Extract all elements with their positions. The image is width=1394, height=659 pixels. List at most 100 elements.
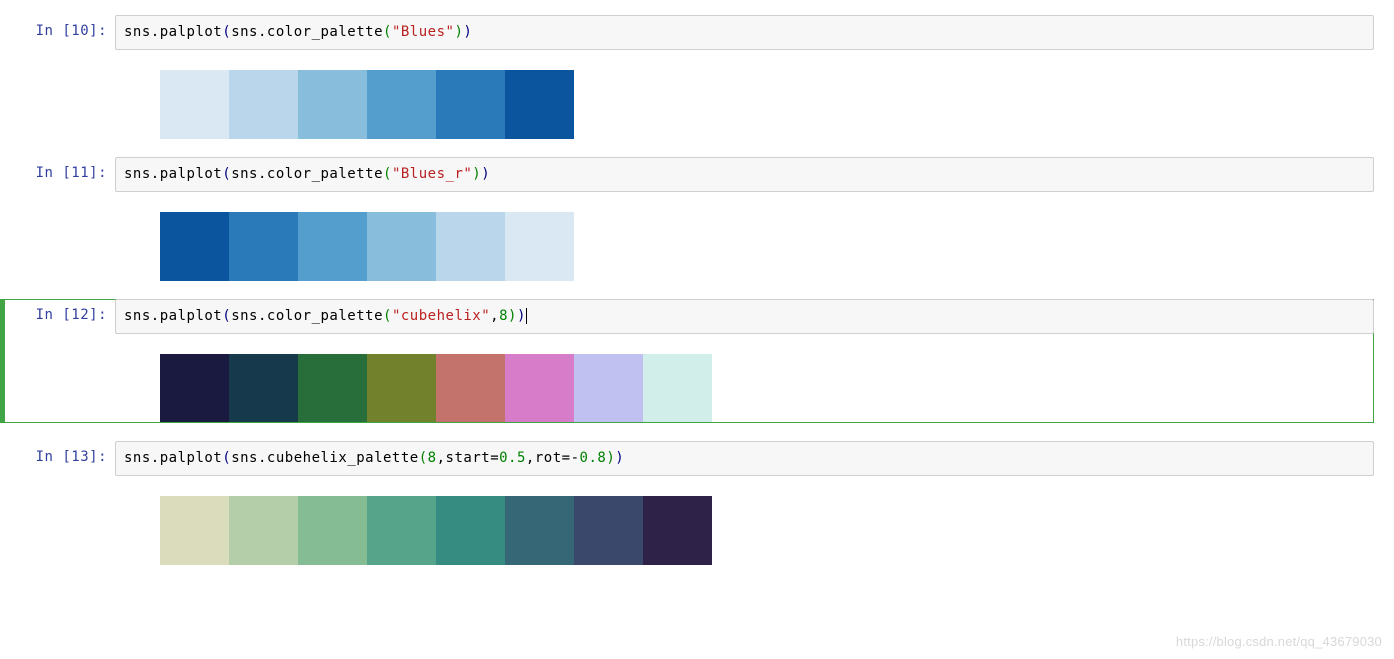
color-swatch	[505, 70, 574, 139]
code-token: )	[472, 166, 481, 182]
color-palette	[160, 212, 1394, 281]
code-token: =	[490, 450, 499, 466]
cell-input-row: In [11]:sns.palplot(sns.color_palette("B…	[0, 157, 1394, 192]
code-token: .	[258, 166, 267, 182]
code-token: (	[419, 450, 428, 466]
color-swatch	[229, 212, 298, 281]
color-swatch	[298, 212, 367, 281]
color-swatch	[643, 354, 712, 423]
color-swatch	[160, 212, 229, 281]
code-editor[interactable]: sns.palplot(sns.color_palette("Blues"))	[115, 15, 1374, 50]
code-token: 8	[428, 450, 437, 466]
code-token: sns	[231, 308, 258, 324]
color-palette	[160, 70, 1394, 139]
color-swatch	[160, 354, 229, 423]
code-token: )	[481, 166, 490, 182]
code-token: .	[258, 308, 267, 324]
color-swatch	[436, 212, 505, 281]
code-token: )	[606, 450, 615, 466]
color-swatch	[160, 70, 229, 139]
code-token: palplot	[160, 24, 223, 40]
code-token: )	[517, 308, 526, 324]
code-token: color_palette	[267, 24, 383, 40]
input-prompt: In [12]:	[0, 299, 115, 323]
code-token: (	[383, 308, 392, 324]
color-swatch	[229, 70, 298, 139]
code-token: sns	[124, 24, 151, 40]
code-token: .	[151, 308, 160, 324]
color-swatch	[367, 496, 436, 565]
color-swatch	[298, 70, 367, 139]
code-token: 0.5	[499, 450, 526, 466]
input-prompt: In [10]:	[0, 15, 115, 39]
color-swatch	[574, 496, 643, 565]
code-token: "Blues"	[392, 24, 455, 40]
input-prompt: In [13]:	[0, 441, 115, 465]
code-token: sns	[124, 450, 151, 466]
code-token: color_palette	[267, 166, 383, 182]
code-token: (	[222, 24, 231, 40]
code-token: "Blues_r"	[392, 166, 472, 182]
code-token: start	[446, 450, 491, 466]
color-swatch	[229, 354, 298, 423]
code-token: )	[508, 308, 517, 324]
color-swatch	[505, 354, 574, 423]
code-token: rot	[535, 450, 562, 466]
code-token: 0.8	[580, 450, 607, 466]
code-token: .	[258, 450, 267, 466]
code-token: sns	[231, 450, 258, 466]
color-swatch	[298, 496, 367, 565]
cell-input-row: In [13]:sns.palplot(sns.cubehelix_palett…	[0, 441, 1394, 476]
color-swatch	[229, 496, 298, 565]
cell-output	[0, 50, 1394, 139]
code-editor[interactable]: sns.palplot(sns.color_palette("cubehelix…	[115, 299, 1374, 334]
code-token: palplot	[160, 308, 223, 324]
notebook-cell[interactable]: In [12]:sns.palplot(sns.color_palette("c…	[0, 299, 1394, 441]
code-token: )	[615, 450, 624, 466]
notebook-cell[interactable]: In [11]:sns.palplot(sns.color_palette("B…	[0, 157, 1394, 299]
code-token: "cubehelix"	[392, 308, 490, 324]
cell-output	[0, 476, 1394, 565]
color-palette	[160, 354, 1394, 423]
code-token: (	[383, 24, 392, 40]
notebook-cell[interactable]: In [13]:sns.palplot(sns.cubehelix_palett…	[0, 441, 1394, 583]
cell-output	[0, 192, 1394, 281]
color-swatch	[367, 354, 436, 423]
text-cursor	[526, 308, 527, 324]
color-swatch	[574, 354, 643, 423]
color-swatch	[367, 70, 436, 139]
code-token: .	[151, 24, 160, 40]
input-prompt: In [11]:	[0, 157, 115, 181]
code-token: ,	[437, 450, 446, 466]
code-token: -	[571, 450, 580, 466]
code-token: palplot	[160, 450, 223, 466]
code-token: .	[151, 166, 160, 182]
code-token: sns	[124, 308, 151, 324]
code-token: color_palette	[267, 308, 383, 324]
color-swatch	[160, 496, 229, 565]
cell-input-row: In [12]:sns.palplot(sns.color_palette("c…	[0, 299, 1394, 334]
code-token: =	[562, 450, 571, 466]
code-token: ,	[526, 450, 535, 466]
code-token: )	[463, 24, 472, 40]
code-token: sns	[124, 166, 151, 182]
code-token: sns	[231, 166, 258, 182]
code-token: .	[151, 450, 160, 466]
code-token: (	[222, 308, 231, 324]
code-token: sns	[231, 24, 258, 40]
watermark-text: https://blog.csdn.net/qq_43679030	[1176, 634, 1382, 649]
code-editor[interactable]: sns.palplot(sns.cubehelix_palette(8,star…	[115, 441, 1374, 476]
color-swatch	[505, 212, 574, 281]
notebook-cell[interactable]: In [10]:sns.palplot(sns.color_palette("B…	[0, 15, 1394, 157]
code-editor[interactable]: sns.palplot(sns.color_palette("Blues_r")…	[115, 157, 1374, 192]
color-swatch	[643, 496, 712, 565]
code-token: (	[222, 450, 231, 466]
color-swatch	[298, 354, 367, 423]
jupyter-notebook: In [10]:sns.palplot(sns.color_palette("B…	[0, 0, 1394, 583]
color-palette	[160, 496, 1394, 565]
code-token: palplot	[160, 166, 223, 182]
cell-input-row: In [10]:sns.palplot(sns.color_palette("B…	[0, 15, 1394, 50]
code-token: .	[258, 24, 267, 40]
color-swatch	[367, 212, 436, 281]
cell-output	[0, 334, 1394, 423]
